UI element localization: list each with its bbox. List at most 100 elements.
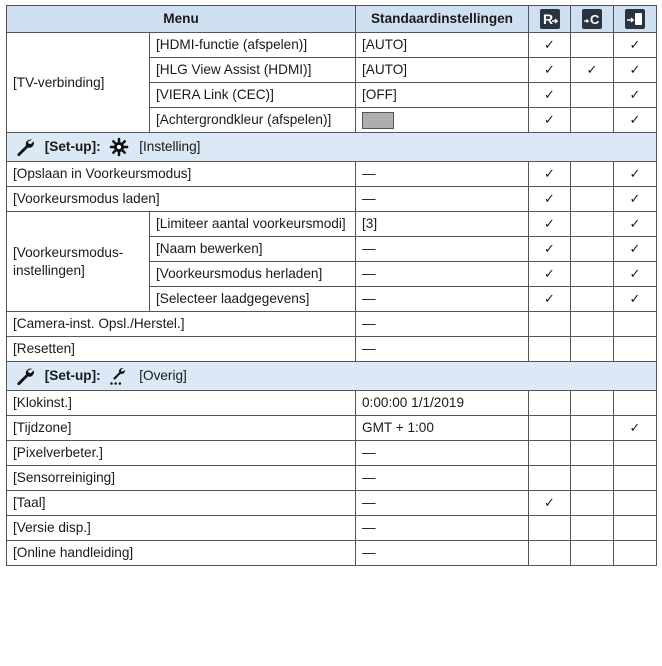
check-c — [570, 261, 614, 287]
group-label-tv: [TV-verbinding] — [6, 32, 150, 133]
check-r: ✓ — [528, 161, 571, 187]
section-label: [Instelling] — [139, 138, 201, 154]
check-mark: ✓ — [544, 37, 555, 52]
section-header-cell: [Set-up]: [Overig] — [6, 361, 657, 391]
check-r: ✓ — [528, 107, 571, 133]
header-mode-r: R — [528, 5, 571, 33]
svg-text:C: C — [590, 12, 600, 27]
default-value: — — [355, 465, 529, 491]
check-c — [570, 236, 614, 262]
check-save: ✓ — [613, 286, 657, 312]
section-header-overig: [Set-up]: [Overig] — [6, 361, 657, 391]
check-save: ✓ — [613, 261, 657, 287]
setting-label: [Voorkeursmodus herladen] — [149, 261, 356, 287]
table-row: [Klokinst.] 0:00:00 1/1/2019 — [6, 390, 657, 416]
check-save: ✓ — [613, 415, 657, 441]
default-value: 0:00:00 1/1/2019 — [355, 390, 529, 416]
default-value: — — [355, 236, 529, 262]
check-save: ✓ — [613, 82, 657, 108]
check-r: ✓ — [528, 57, 571, 83]
check-mark: ✓ — [629, 37, 641, 52]
check-c — [570, 490, 614, 516]
setting-label: [Online handleiding] — [6, 540, 356, 566]
check-save: ✓ — [613, 32, 657, 58]
svg-text:R: R — [543, 11, 553, 27]
setting-label: [Opslaan in Voorkeursmodus] — [6, 161, 356, 187]
check-r: ✓ — [528, 490, 571, 516]
tools-icon — [109, 366, 129, 386]
header-mode-save — [613, 5, 657, 33]
default-value: [3] — [355, 211, 529, 237]
check-mark: ✓ — [544, 216, 555, 231]
check-mark: ✓ — [629, 216, 641, 231]
default-value: — — [355, 311, 529, 337]
check-r — [528, 336, 571, 362]
check-r — [528, 415, 571, 441]
check-r — [528, 440, 571, 466]
check-c — [570, 540, 614, 566]
section-header-cell: [Set-up]: [Instelling] — [6, 132, 657, 162]
section-header-instelling: [Set-up]: [Instelling] — [6, 132, 657, 162]
mode-r-icon: R — [539, 9, 560, 29]
check-c — [570, 390, 614, 416]
default-value: [AUTO] — [355, 57, 529, 83]
check-save: ✓ — [613, 57, 657, 83]
table-row: [Opslaan in Voorkeursmodus] — ✓ ✓ — [6, 161, 657, 187]
check-r — [528, 390, 571, 416]
check-r — [528, 540, 571, 566]
table-row: [Pixelverbeter.] — — [6, 440, 657, 466]
check-r: ✓ — [528, 82, 571, 108]
check-c — [570, 286, 614, 312]
setting-label: [Klokinst.] — [6, 390, 356, 416]
default-value: [AUTO] — [355, 32, 529, 58]
check-mark: ✓ — [544, 87, 555, 102]
check-save: ✓ — [613, 107, 657, 133]
table-row: [Resetten] — — [6, 336, 657, 362]
check-mark: ✓ — [629, 87, 641, 102]
check-mark: ✓ — [629, 420, 641, 435]
check-c — [570, 415, 614, 441]
check-save: ✓ — [613, 161, 657, 187]
check-save — [613, 440, 657, 466]
table-row: [Taal] — ✓ — [6, 490, 657, 516]
table-row: [Voorkeursmodus laden] — ✓ ✓ — [6, 186, 657, 212]
setting-label: [Pixelverbeter.] — [6, 440, 356, 466]
default-value: [OFF] — [355, 82, 529, 108]
settings-table: Menu Standaardinstellingen R C [TV-verbi… — [6, 5, 657, 566]
check-mark: ✓ — [629, 266, 641, 281]
check-c — [570, 32, 614, 58]
check-save — [613, 490, 657, 516]
check-mark: ✓ — [629, 241, 641, 256]
check-c — [570, 211, 614, 237]
check-r — [528, 515, 571, 541]
check-c — [570, 311, 614, 337]
check-c — [570, 440, 614, 466]
check-c — [570, 515, 614, 541]
header-mode-c: C — [570, 5, 614, 33]
check-r: ✓ — [528, 186, 571, 212]
color-swatch — [362, 111, 394, 129]
table-row: [Voorkeursmodus-instellingen] [Limiteer … — [6, 211, 657, 312]
mode-save-icon — [625, 9, 645, 29]
section-title: [Set-up]: — [44, 138, 101, 154]
setting-label: [Versie disp.] — [6, 515, 356, 541]
check-mark: ✓ — [544, 241, 555, 256]
check-c — [570, 82, 614, 108]
mode-c-icon: C — [582, 9, 602, 29]
check-mark: ✓ — [544, 191, 555, 206]
setting-label: [Voorkeursmodus laden] — [6, 186, 356, 212]
check-save — [613, 465, 657, 491]
header-default: Standaardinstellingen — [355, 5, 529, 33]
check-c — [570, 186, 614, 212]
default-value: — — [355, 186, 529, 212]
default-value: — — [355, 540, 529, 566]
default-value — [355, 107, 529, 133]
default-value: — — [355, 490, 529, 516]
setting-label: [Selecteer laadgegevens] — [149, 286, 356, 312]
setting-label: [HDMI-functie (afspelen)] — [149, 32, 356, 58]
check-mark: ✓ — [544, 266, 555, 281]
check-r — [528, 465, 571, 491]
check-mark: ✓ — [629, 62, 641, 77]
table-row: [Camera-inst. Opsl./Herstel.] — — [6, 311, 657, 337]
check-save — [613, 336, 657, 362]
